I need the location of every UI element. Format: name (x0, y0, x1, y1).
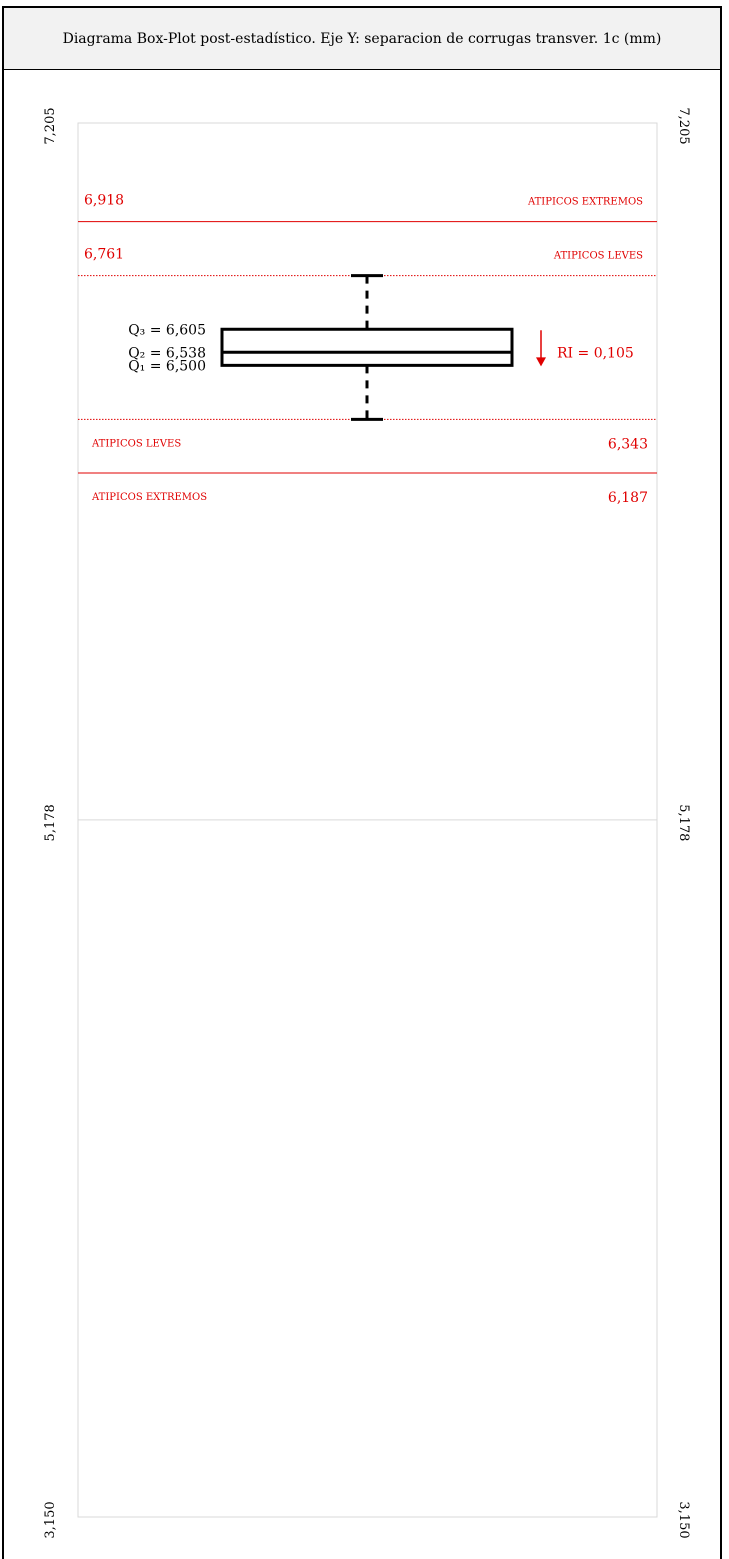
fence-value-label: 6,918 (84, 193, 124, 209)
fence-name-label: ATIPICOS LEVES (553, 251, 643, 262)
fence-name-label: ATIPICOS EXTREMOS (527, 197, 643, 208)
y-tick-label-right: 7,205 (676, 107, 691, 144)
y-tick-label-right: 5,178 (676, 804, 691, 841)
fence-value-label: 6,761 (84, 247, 124, 263)
fence-name-label: ATIPICOS LEVES (91, 438, 181, 449)
y-tick-label-left: 7,205 (43, 107, 58, 144)
q1-label: Q₁ = 6,500 (128, 358, 206, 374)
ri-label: RI = 0,105 (557, 345, 634, 361)
fence-value-label: 6,187 (608, 490, 648, 506)
ri-arrow-head (536, 357, 546, 367)
boxplot-chart: 7,205 7,205 5,178 5,178 3,150 3,150 6,918 ATIPI… (43, 107, 691, 1538)
iqr-box (220, 327, 514, 367)
fence-value-label: 6,343 (608, 436, 648, 452)
q3-label: Q₃ = 6,605 (128, 322, 206, 338)
fence-name-label: ATIPICOS EXTREMOS (91, 492, 207, 503)
y-tick-label-left: 5,178 (43, 804, 58, 841)
chart-frame: Diagrama Box-Plot post-estadístico. Eje … (0, 0, 729, 1559)
y-tick-label-right: 3,150 (676, 1501, 691, 1538)
y-tick-label-left: 3,150 (43, 1501, 58, 1538)
